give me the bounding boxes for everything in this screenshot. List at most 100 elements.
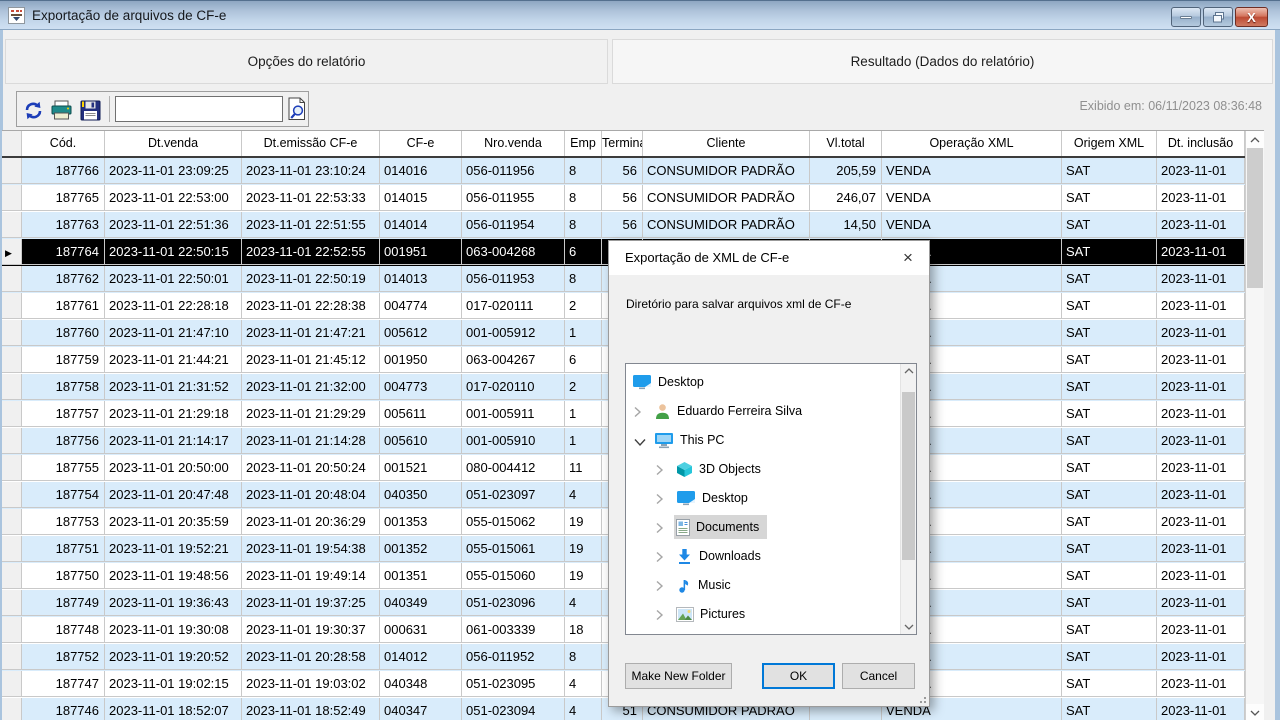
chevron-right-icon[interactable] [656, 492, 668, 504]
tree-item-content[interactable]: Music [674, 573, 739, 597]
tree-item-content[interactable]: Eduardo Ferreira Silva [652, 399, 810, 423]
chevron-right-icon[interactable] [656, 463, 668, 475]
tab-label: Opções do relatório [248, 54, 366, 69]
column-header[interactable]: CF-e [380, 131, 462, 156]
tree-item-music[interactable]: Music [626, 571, 900, 600]
dialog-close-button[interactable]: × [895, 244, 921, 272]
table-cell: SAT [1062, 185, 1157, 211]
table-cell: 2023-11-01 23:09:25 [105, 158, 242, 184]
table-cell: 2023-11-01 21:29:29 [242, 401, 380, 427]
ok-button[interactable]: OK [762, 663, 835, 689]
refresh-button[interactable] [21, 98, 45, 122]
tab-resultado[interactable]: Resultado (Dados do relatório) [612, 39, 1273, 84]
tree-item-desktop[interactable]: Desktop [626, 368, 900, 397]
table-cell: 2023-11-01 22:52:55 [242, 239, 380, 265]
chevron-right-icon[interactable] [656, 521, 668, 533]
dialog-subtitle: Diretório para salvar arquivos xml de CF… [626, 297, 851, 311]
column-header[interactable]: Cód. [22, 131, 105, 156]
tree-item-content[interactable]: This PC [652, 428, 732, 452]
restore-button[interactable] [1203, 7, 1233, 27]
tree-item-content[interactable]: Desktop [630, 370, 712, 394]
table-cell: 187748 [22, 617, 105, 643]
tree-item-label: Music [698, 578, 731, 592]
chevron-right-icon[interactable] [656, 579, 668, 591]
table-cell: 056-011954 [462, 212, 565, 238]
table-cell: 187746 [22, 698, 105, 720]
chevron-right-icon[interactable] [656, 550, 668, 562]
row-gutter [2, 644, 22, 670]
search-input[interactable] [115, 96, 283, 122]
column-header[interactable]: Emp [565, 131, 602, 156]
make-new-folder-button[interactable]: Make New Folder [625, 663, 732, 689]
column-header[interactable]: Terminal [602, 131, 643, 156]
tree-item-content[interactable]: Desktop [674, 486, 756, 510]
close-button[interactable]: X [1235, 7, 1268, 27]
print-button[interactable] [49, 98, 73, 122]
tree-item-content[interactable]: Pictures [674, 602, 753, 626]
table-cell: 205,59 [810, 158, 882, 184]
tree-item-label: Eduardo Ferreira Silva [677, 404, 802, 418]
tree-item-label: This PC [680, 433, 724, 447]
column-header[interactable]: Dt.venda [105, 131, 242, 156]
column-header[interactable]: Dt.emissão CF-e [242, 131, 380, 156]
tab-opcoes-do-relatorio[interactable]: Opções do relatório [5, 39, 608, 84]
table-cell: SAT [1062, 212, 1157, 238]
tree-item-this-pc[interactable]: This PC [626, 426, 900, 455]
table-cell: 2023-11-01 [1157, 266, 1245, 292]
column-header[interactable]: Dt. inclusão [1157, 131, 1245, 156]
tree-scrollbar[interactable] [900, 364, 916, 634]
table-cell: 055-015062 [462, 509, 565, 535]
tree-item-eduardo-ferreira-silva[interactable]: Eduardo Ferreira Silva [626, 397, 900, 426]
table-cell: 187763 [22, 212, 105, 238]
refresh-icon [23, 101, 44, 120]
table-cell: 063-004267 [462, 347, 565, 373]
chevron-right-icon[interactable] [634, 405, 646, 417]
table-cell: 055-015061 [462, 536, 565, 562]
preview-button[interactable] [285, 94, 308, 124]
table-row[interactable]: 1877632023-11-01 22:51:362023-11-01 22:5… [2, 212, 1245, 239]
tree-item-content[interactable]: Downloads [674, 544, 769, 568]
table-cell: 014016 [380, 158, 462, 184]
table-cell: 005612 [380, 320, 462, 346]
table-cell: 2023-11-01 [1157, 509, 1245, 535]
column-header[interactable]: Cliente [643, 131, 810, 156]
table-cell: 187750 [22, 563, 105, 589]
table-cell: 2023-11-01 22:50:01 [105, 266, 242, 292]
row-gutter [2, 617, 22, 643]
table-row[interactable]: 1877662023-11-01 23:09:252023-11-01 23:1… [2, 158, 1245, 185]
scrollbar-thumb[interactable] [1247, 148, 1263, 288]
resize-grip[interactable] [916, 693, 926, 703]
tree-item-desktop[interactable]: Desktop [626, 484, 900, 513]
table-row[interactable]: 1877652023-11-01 22:53:002023-11-01 22:5… [2, 185, 1245, 212]
tree-item-pictures[interactable]: Pictures [626, 600, 900, 629]
tree-item-label: Documents [696, 520, 759, 534]
column-header[interactable]: Vl.total [810, 131, 882, 156]
chevron-down-icon[interactable] [634, 434, 646, 446]
close-icon: X [1247, 10, 1256, 25]
table-cell: 2023-11-01 21:29:18 [105, 401, 242, 427]
table-cell: 2023-11-01 21:14:28 [242, 428, 380, 454]
scroll-down-button[interactable] [1246, 704, 1264, 720]
table-cell: 001351 [380, 563, 462, 589]
tree-item-documents[interactable]: Documents [626, 513, 900, 542]
table-cell: 2023-11-01 18:52:07 [105, 698, 242, 720]
table-cell: VENDA [882, 185, 1062, 211]
table-cell: 19 [565, 509, 602, 535]
table-cell: 2023-11-01 [1157, 239, 1245, 265]
save-button[interactable] [78, 98, 102, 122]
tree-scrollbar-thumb[interactable] [902, 392, 915, 560]
chevron-right-icon[interactable] [656, 608, 668, 620]
tree-item-downloads[interactable]: Downloads [626, 542, 900, 571]
cancel-button[interactable]: Cancel [842, 663, 915, 689]
minimize-button[interactable] [1171, 7, 1201, 27]
scroll-up-button[interactable] [1246, 131, 1264, 148]
column-header[interactable]: Origem XML [1062, 131, 1157, 156]
table-cell: 187761 [22, 293, 105, 319]
column-header[interactable]: Nro.venda [462, 131, 565, 156]
column-header[interactable]: Operação XML [882, 131, 1062, 156]
tree-item-content[interactable]: 3D Objects [674, 457, 769, 481]
tree-item-3d-objects[interactable]: 3D Objects [626, 455, 900, 484]
tree-item-content[interactable]: Documents [674, 515, 767, 539]
desktop-icon [632, 374, 652, 390]
table-scrollbar[interactable] [1245, 131, 1264, 720]
